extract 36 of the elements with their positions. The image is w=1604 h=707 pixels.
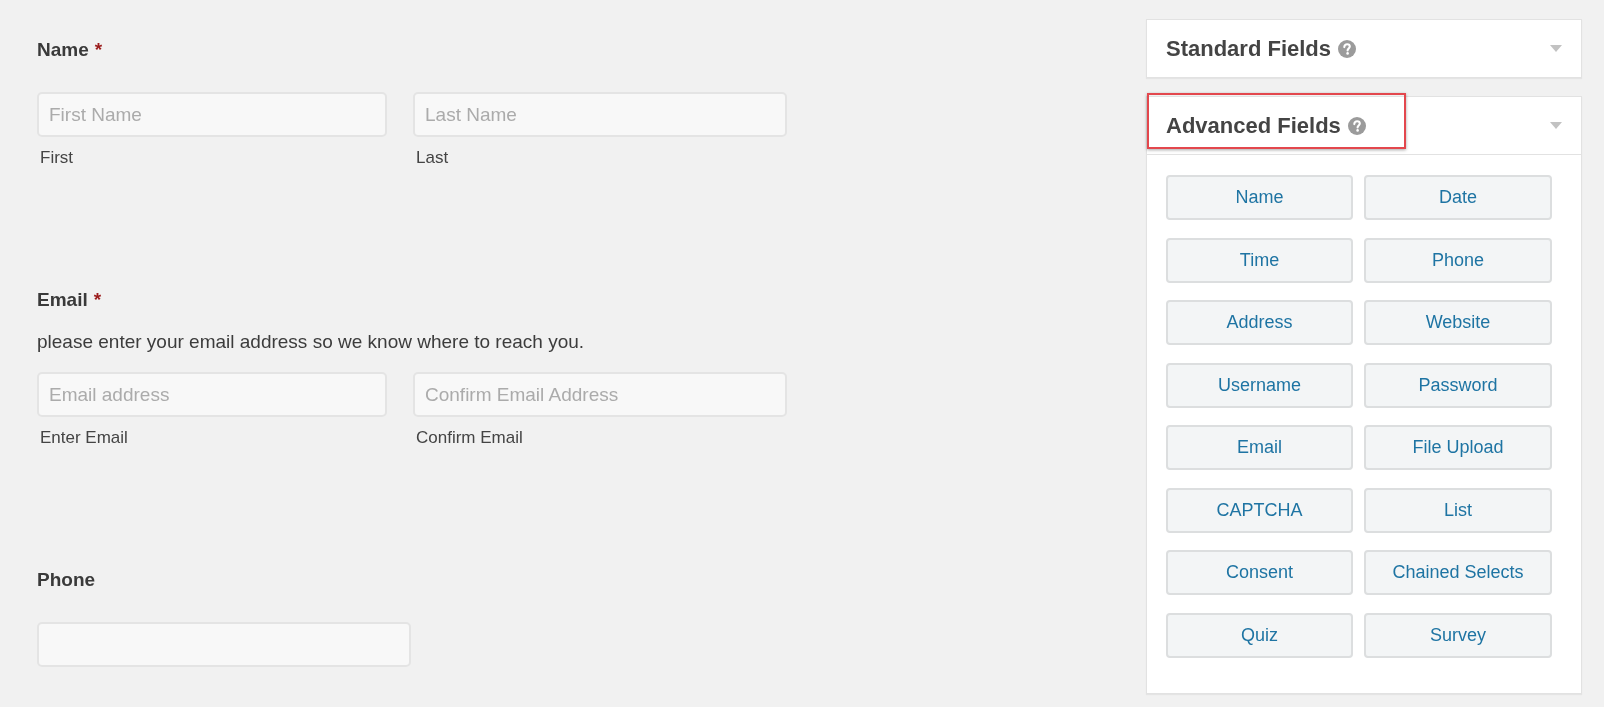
field-button[interactable]: Website — [1364, 300, 1552, 345]
field-description: please enter your email address so we know where to reach you. — [37, 330, 585, 354]
help-icon[interactable] — [1347, 116, 1366, 135]
field-button[interactable]: Time — [1166, 237, 1353, 283]
field-button[interactable]: Survey — [1364, 612, 1552, 658]
field-button[interactable]: List — [1364, 487, 1552, 533]
field-button[interactable]: Address — [1166, 300, 1353, 345]
section-header[interactable]: Standard Fields — [1147, 20, 1581, 77]
field-button[interactable]: Chained Selects — [1364, 550, 1552, 595]
input-sublabel: Enter Email — [40, 428, 128, 448]
field-button[interactable]: Phone — [1364, 237, 1552, 283]
section-header[interactable]: Advanced Fields — [1147, 97, 1581, 155]
field-button[interactable]: Email — [1166, 425, 1353, 470]
dropdown-arrow-icon[interactable] — [1550, 45, 1562, 52]
field-label: Email * — [37, 288, 102, 312]
section-title: Advanced Fields — [1166, 112, 1341, 139]
field-button[interactable]: File Upload — [1364, 425, 1552, 470]
input-sublabel: Last — [416, 148, 449, 168]
field-button[interactable]: Quiz — [1166, 612, 1353, 658]
field-button[interactable]: Date — [1364, 175, 1552, 220]
field-button[interactable]: CAPTCHA — [1166, 487, 1353, 533]
text-input[interactable]: First Name — [37, 92, 387, 137]
field-button[interactable]: Username — [1166, 362, 1353, 408]
text-input[interactable]: Confirm Email Address — [413, 372, 787, 417]
help-icon[interactable] — [1338, 39, 1357, 58]
section-title: Standard Fields — [1166, 35, 1332, 62]
input-sublabel: Confirm Email — [416, 428, 523, 448]
input-sublabel: First — [40, 148, 74, 168]
dropdown-arrow-icon[interactable] — [1550, 122, 1562, 129]
field-button[interactable]: Name — [1166, 175, 1353, 220]
field-button[interactable]: Consent — [1166, 550, 1353, 595]
field-label: Phone — [37, 568, 96, 592]
field-label: Name * — [37, 38, 103, 62]
text-input[interactable]: Email address — [37, 372, 387, 417]
text-input[interactable]: Last Name — [413, 92, 787, 137]
field-button[interactable]: Password — [1364, 362, 1552, 408]
